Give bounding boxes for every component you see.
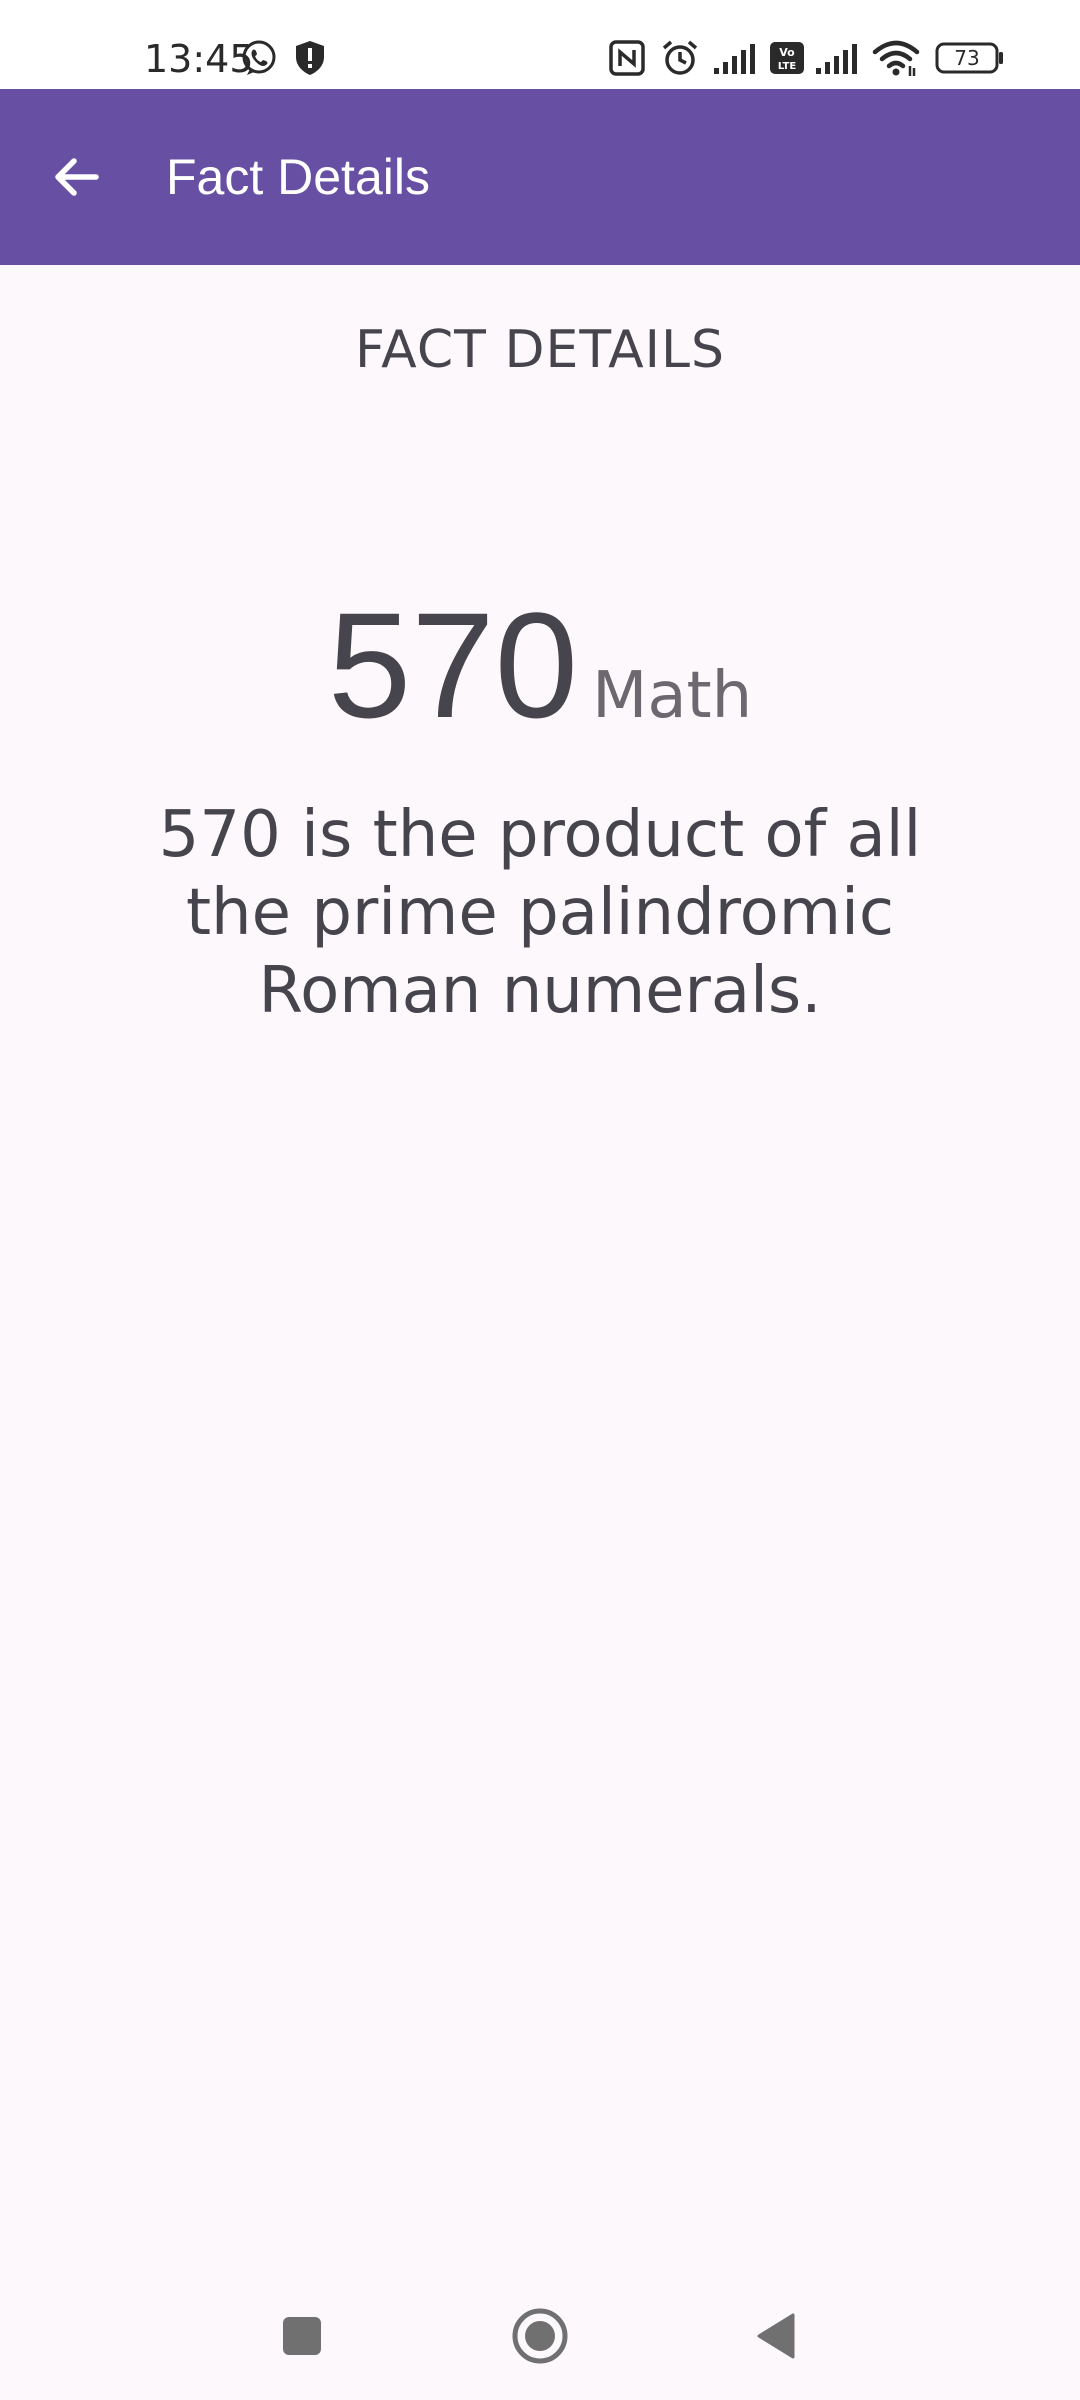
svg-text:Vo: Vo xyxy=(779,46,795,59)
fact-text: 570 is the product of all the prime pali… xyxy=(158,798,922,1028)
battery-level: 73 xyxy=(954,46,980,70)
nfc-icon xyxy=(609,40,645,76)
fact-number: 570 xyxy=(327,581,579,749)
status-time: 13:45 xyxy=(144,37,254,81)
signal-icon xyxy=(816,44,857,74)
system-nav-bar xyxy=(0,2268,1080,2400)
status-bar: 13:45 Vo LTE 73 xyxy=(0,0,1080,89)
app-bar: Fact Details xyxy=(0,89,1080,265)
fact-header: 570 Math xyxy=(0,580,1080,750)
back-button[interactable] xyxy=(36,141,116,213)
home-button[interactable] xyxy=(500,2296,580,2376)
page-title: Fact Details xyxy=(166,149,430,205)
wifi-icon xyxy=(872,40,920,76)
shield-alert-icon xyxy=(296,41,324,75)
volte-icon: Vo LTE xyxy=(770,42,804,74)
viber-call-icon xyxy=(242,40,276,75)
fact-type: Math xyxy=(592,659,753,733)
back-triangle-icon xyxy=(757,2313,795,2359)
home-icon xyxy=(512,2308,568,2364)
back-nav-button[interactable] xyxy=(736,2296,816,2376)
recent-apps-icon xyxy=(283,2317,321,2355)
signal-icon xyxy=(714,44,755,74)
alarm-icon xyxy=(662,40,698,75)
section-heading: FACT DETAILS xyxy=(355,320,725,380)
recent-apps-button[interactable] xyxy=(262,2296,342,2376)
arrow-back-icon xyxy=(55,158,99,196)
svg-text:LTE: LTE xyxy=(778,61,797,72)
